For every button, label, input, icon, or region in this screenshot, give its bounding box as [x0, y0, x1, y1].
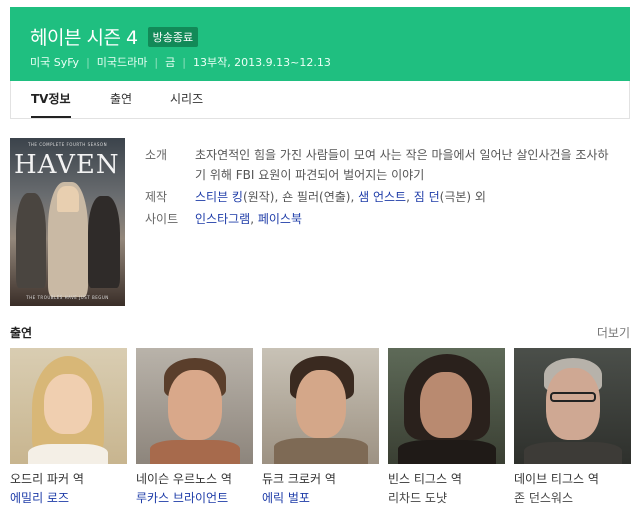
- tab-cast[interactable]: 출연: [110, 81, 132, 118]
- cast-actor[interactable]: 에밀리 로즈: [10, 489, 127, 506]
- tab-series[interactable]: 시리즈: [170, 81, 203, 118]
- cast-actor[interactable]: 루카스 브라이언트: [136, 489, 253, 506]
- cast-role: 빈스 티그스 역: [388, 472, 462, 486]
- cast-card[interactable]: 오드리 파커 역 에밀리 로즈: [10, 348, 127, 506]
- cast-role: 데이브 티그스 역: [514, 472, 599, 486]
- credit-suffix: 외: [474, 190, 486, 204]
- intro-row: 소개 초자연적인 힘을 가진 사람들이 모여 사는 작은 마을에서 일어난 살인…: [145, 145, 615, 185]
- cast-photo[interactable]: [514, 348, 631, 464]
- cast-card[interactable]: 빈스 티그스 역 리차드 도냣: [388, 348, 505, 506]
- credit-stephen-king[interactable]: 스티븐 킹: [195, 190, 243, 204]
- cast-card[interactable]: 데이브 티그스 역 존 던스워스: [514, 348, 631, 506]
- credit-jim-dunn[interactable]: 짐 던: [414, 190, 440, 204]
- meta-country: 미국 SyFy: [30, 56, 80, 69]
- production-credits: 스티븐 킹(원작), 숀 필러(연출), 샘 언스트, 짐 던(극본) 외: [195, 190, 486, 204]
- cast-photo[interactable]: [388, 348, 505, 464]
- production-row: 제작 스티븐 킹(원작), 숀 필러(연출), 샘 언스트, 짐 던(극본) 외: [145, 187, 615, 207]
- tab-tv-info[interactable]: TV정보: [31, 81, 71, 118]
- cast-role: 듀크 크로커 역: [262, 472, 336, 486]
- cast-card[interactable]: 듀크 크로커 역 에릭 벌포: [262, 348, 379, 506]
- intro-text: 초자연적인 힘을 가진 사람들이 모여 사는 작은 마을에서 일어난 살인사건을…: [195, 148, 609, 182]
- more-link[interactable]: 더보기: [597, 324, 630, 341]
- instagram-link[interactable]: 인스타그램: [195, 212, 250, 226]
- status-badge: 방송종료: [147, 26, 199, 47]
- poster-bottom-text: THE TROUBLES HAVE JUST BEGUN: [26, 295, 109, 300]
- tab-bar: TV정보 출연 시리즈: [10, 81, 630, 119]
- meta-day: 금: [165, 56, 176, 69]
- credit-role: (원작): [242, 190, 275, 204]
- credit-sam-ernst[interactable]: 샘 언스트: [358, 190, 406, 204]
- poster-figure: [16, 193, 46, 288]
- site-row: 사이트 인스타그램, 페이스북: [145, 209, 615, 229]
- cast-photo[interactable]: [136, 348, 253, 464]
- program-header: 헤이븐 시즌 4 방송종료 미국 SyFy | 미국드라마 | 금 | 13부작…: [10, 7, 630, 81]
- cast-list: 오드리 파커 역 에밀리 로즈 네이슨 우르노스 역 루카스 브라이언트 듀크 …: [10, 348, 631, 520]
- poster-image[interactable]: THE COMPLETE FOURTH SEASON HAVEN THE TRO…: [10, 138, 125, 306]
- poster-logo: HAVEN: [14, 150, 120, 180]
- cast-actor[interactable]: 에릭 벌포: [262, 489, 379, 506]
- credit-role: (연출): [319, 190, 351, 204]
- cast-role: 네이슨 우르노스 역: [136, 472, 232, 486]
- program-meta: 미국 SyFy | 미국드라마 | 금 | 13부작, 2013.9.13~12…: [30, 54, 331, 70]
- site-links: 인스타그램, 페이스북: [195, 212, 303, 226]
- title-row: 헤이븐 시즌 4 방송종료: [30, 23, 199, 50]
- meta-genre: 미국드라마: [96, 56, 148, 69]
- cast-card[interactable]: 네이슨 우르노스 역 루카스 브라이언트: [136, 348, 253, 506]
- intro-label: 소개: [145, 148, 168, 162]
- cast-photo[interactable]: [262, 348, 379, 464]
- poster-figure: [57, 186, 79, 212]
- cast-actor[interactable]: 존 던스워스: [514, 489, 631, 506]
- credit-shawn-piller: 숀 필러: [282, 190, 320, 204]
- facebook-link[interactable]: 페이스북: [258, 212, 302, 226]
- cast-section-title: 출연: [10, 326, 33, 340]
- meta-separator: |: [86, 55, 90, 69]
- meta-separator: |: [154, 55, 159, 69]
- cast-role: 오드리 파커 역: [10, 472, 84, 486]
- poster-figure: [88, 196, 120, 288]
- poster-top-text: THE COMPLETE FOURTH SEASON: [27, 142, 108, 147]
- credit-role: (극본): [439, 190, 472, 204]
- site-label: 사이트: [145, 212, 179, 226]
- meta-episodes: 13부작, 2013.9.13~12.13: [192, 56, 331, 69]
- cast-header: 출연 더보기: [10, 324, 630, 341]
- cast-actor[interactable]: 리차드 도냣: [388, 489, 505, 506]
- cast-photo[interactable]: [10, 348, 127, 464]
- meta-separator: |: [182, 55, 186, 69]
- program-title[interactable]: 헤이븐 시즌 4: [30, 23, 138, 50]
- program-info: 소개 초자연적인 힘을 가진 사람들이 모여 사는 작은 마을에서 일어난 살인…: [145, 145, 615, 231]
- production-label: 제작: [145, 190, 168, 204]
